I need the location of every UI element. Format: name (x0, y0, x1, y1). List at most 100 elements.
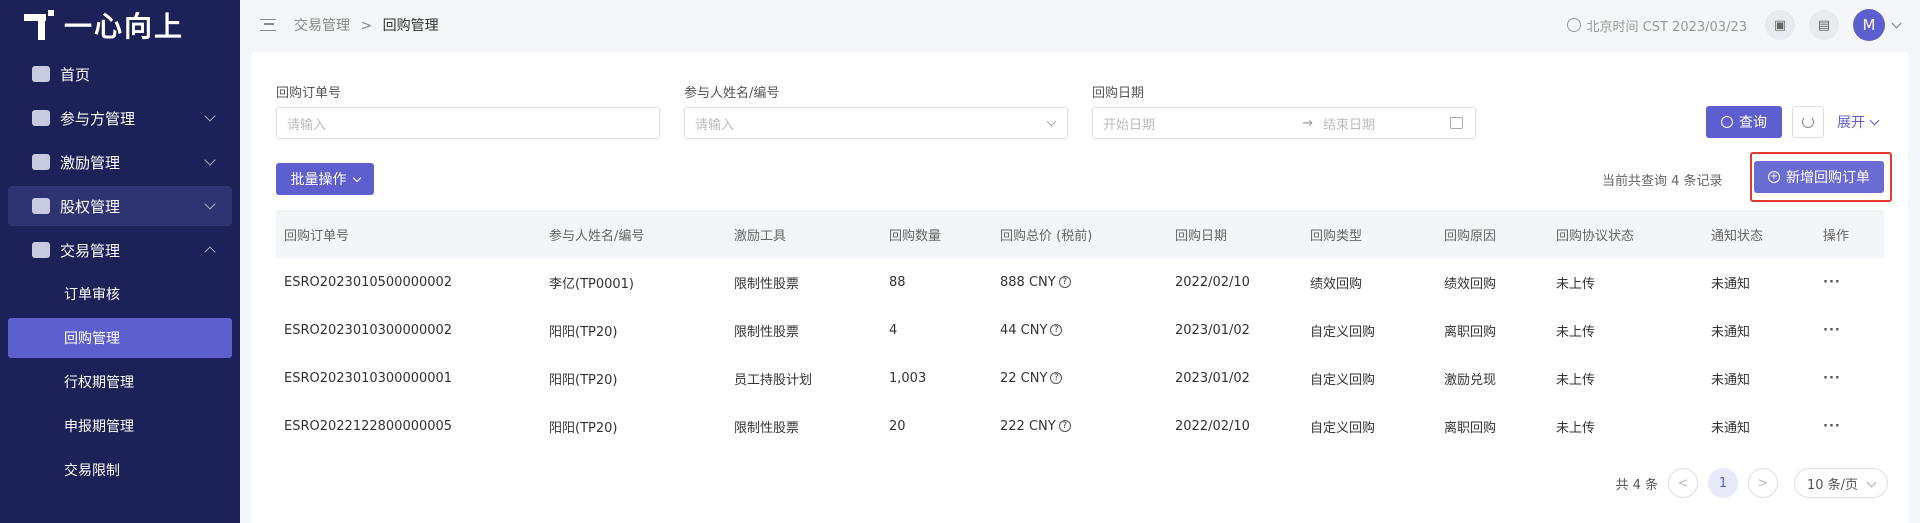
submenu-order-review[interactable]: 订单审核 (8, 274, 232, 314)
sidebar-item-trade[interactable]: 交易管理 (8, 230, 232, 270)
next-page-button[interactable]: > (1748, 468, 1778, 498)
buyback-table: 回购订单号 参与人姓名/编号 激励工具 回购数量 回购总价 (税前) 回购日期 … (276, 210, 1884, 450)
page-size-select[interactable]: 10 条/页 (1794, 468, 1888, 498)
sidebar-item-incentive[interactable]: 激励管理 (8, 142, 232, 182)
page-size-value: 10 条/页 (1807, 477, 1859, 493)
cell-price: 22 CNY? (992, 354, 1167, 402)
more-actions-icon[interactable]: ··· (1823, 275, 1841, 290)
cell-notice: 未通知 (1711, 324, 1751, 340)
order-no-input[interactable]: 请输入 (276, 107, 660, 139)
breadcrumb-parent[interactable]: 交易管理 (294, 18, 350, 34)
chevron-down-icon[interactable] (1891, 18, 1902, 28)
cell-qty: 1,003 (889, 370, 927, 386)
logo-mark-icon (24, 10, 54, 40)
chevron-down-icon (1866, 477, 1877, 488)
add-buyback-order-button[interactable]: + 新增回购订单 (1754, 161, 1884, 193)
sidebar-item-home[interactable]: 首页 (8, 54, 232, 94)
submenu-label: 订单审核 (64, 287, 120, 303)
plus-icon: + (1768, 171, 1780, 183)
collapse-sidebar-icon[interactable] (260, 19, 276, 31)
table-row: ESRO2023010300000002 阳阳(TP20) 限制性股票 4 44… (276, 306, 1884, 354)
help-icon[interactable]: ? (1050, 324, 1063, 336)
submenu-label: 回购管理 (64, 331, 120, 347)
calendar-icon (1450, 117, 1463, 129)
cell-agreement: 未上传 (1556, 324, 1596, 340)
avatar[interactable]: M (1853, 9, 1885, 41)
column-header: 通知状态 (1703, 210, 1815, 258)
top-right-tools: 北京时间 CST 2023/03/23 ▣ ▤ M (1566, 0, 1902, 50)
breadcrumb-separator: > (360, 18, 373, 34)
end-date-input[interactable]: 结束日期 (1323, 114, 1375, 133)
help-icon[interactable]: ? (1058, 276, 1071, 288)
logo[interactable]: 一心向上 (0, 0, 240, 50)
expand-toggle[interactable]: 展开 (1837, 106, 1880, 138)
date-range-picker[interactable]: 开始日期 → 结束日期 (1092, 107, 1476, 139)
submenu-declaration-period[interactable]: 申报期管理 (8, 406, 232, 446)
add-button-label: 新增回购订单 (1786, 170, 1870, 186)
cell-actions: ··· (1815, 306, 1884, 354)
cell-participant: 阳阳(TP20) (549, 420, 618, 436)
page-number-button[interactable]: 1 (1708, 468, 1738, 498)
column-header: 回购数量 (881, 210, 992, 258)
cell-type: 自定义回购 (1310, 420, 1376, 436)
help-icon[interactable]: ? (1050, 372, 1063, 384)
start-date-input[interactable]: 开始日期 (1103, 114, 1155, 133)
cell-type: 自定义回购 (1310, 372, 1376, 388)
submenu-buyback[interactable]: 回购管理 (8, 318, 232, 358)
batch-action-button[interactable]: 批量操作 (276, 163, 374, 195)
sidebar-item-label: 激励管理 (60, 153, 121, 172)
shirt-icon: ▤ (1817, 17, 1831, 33)
price-value: 22 CNY (1000, 370, 1048, 386)
submenu-label: 交易限制 (64, 463, 120, 479)
cell-date: 2023/01/02 (1175, 370, 1250, 386)
participants-icon (32, 110, 50, 126)
top-bar: 交易管理 > 回购管理 北京时间 CST 2023/03/23 ▣ ▤ M (240, 0, 1920, 50)
sidebar-item-equity[interactable]: 股权管理 (8, 186, 232, 226)
shirt-button[interactable]: ▤ (1809, 10, 1839, 40)
reset-button[interactable] (1792, 106, 1824, 138)
cell-tool: 限制性股票 (734, 324, 800, 340)
sidebar-item-label: 交易管理 (60, 241, 121, 260)
column-header: 回购类型 (1302, 210, 1436, 258)
submenu-exercise-period[interactable]: 行权期管理 (8, 362, 232, 402)
cell-qty: 88 (889, 274, 906, 290)
equity-icon (32, 198, 50, 214)
field-label: 回购订单号 (276, 86, 342, 101)
search-icon (1721, 116, 1733, 128)
query-button[interactable]: 查询 (1706, 106, 1782, 138)
help-icon[interactable]: ? (1058, 420, 1071, 432)
submenu-trade-limit[interactable]: 交易限制 (8, 450, 232, 490)
cell-tool: 限制性股票 (734, 420, 800, 436)
field-label: 回购日期 (1092, 86, 1145, 101)
cell-notice: 未通知 (1711, 276, 1751, 292)
sidebar-item-label: 股权管理 (60, 197, 121, 216)
column-header: 参与人姓名/编号 (541, 210, 726, 258)
cell-order-no: ESRO2022122800000005 (284, 418, 453, 434)
table-row: ESRO2023010500000002 李亿(TP0001) 限制性股票 88… (276, 258, 1884, 306)
cell-notice: 未通知 (1711, 420, 1751, 436)
time-display: 北京时间 CST 2023/03/23 (1586, 19, 1747, 35)
cell-type: 自定义回购 (1310, 324, 1376, 340)
cell-actions: ··· (1815, 354, 1884, 402)
cell-participant: 李亿(TP0001) (549, 276, 635, 292)
participant-select[interactable]: 请输入 (684, 107, 1068, 139)
more-actions-icon[interactable]: ··· (1823, 371, 1841, 386)
table-header-row: 回购订单号 参与人姓名/编号 激励工具 回购数量 回购总价 (税前) 回购日期 … (276, 210, 1884, 258)
more-actions-icon[interactable]: ··· (1823, 419, 1841, 434)
cell-qty: 4 (889, 322, 898, 338)
column-header: 激励工具 (726, 210, 881, 258)
prev-page-button[interactable]: < (1668, 468, 1698, 498)
price-value: 222 CNY (1000, 418, 1056, 434)
cell-order-no: ESRO2023010300000001 (284, 370, 453, 386)
expand-label: 展开 (1837, 115, 1865, 131)
home-icon (32, 66, 50, 82)
participant-field: 参与人姓名/编号 请输入 (684, 82, 1068, 139)
breadcrumb: 交易管理 > 回购管理 (294, 15, 439, 35)
more-actions-icon[interactable]: ··· (1823, 323, 1841, 338)
sidebar-item-participants[interactable]: 参与方管理 (8, 98, 232, 138)
task-button[interactable]: ▣ (1765, 10, 1795, 40)
cell-qty: 20 (889, 418, 906, 434)
range-arrow: → (1302, 115, 1313, 131)
chevron-down-icon (352, 173, 361, 182)
submenu-label: 行权期管理 (64, 375, 134, 391)
